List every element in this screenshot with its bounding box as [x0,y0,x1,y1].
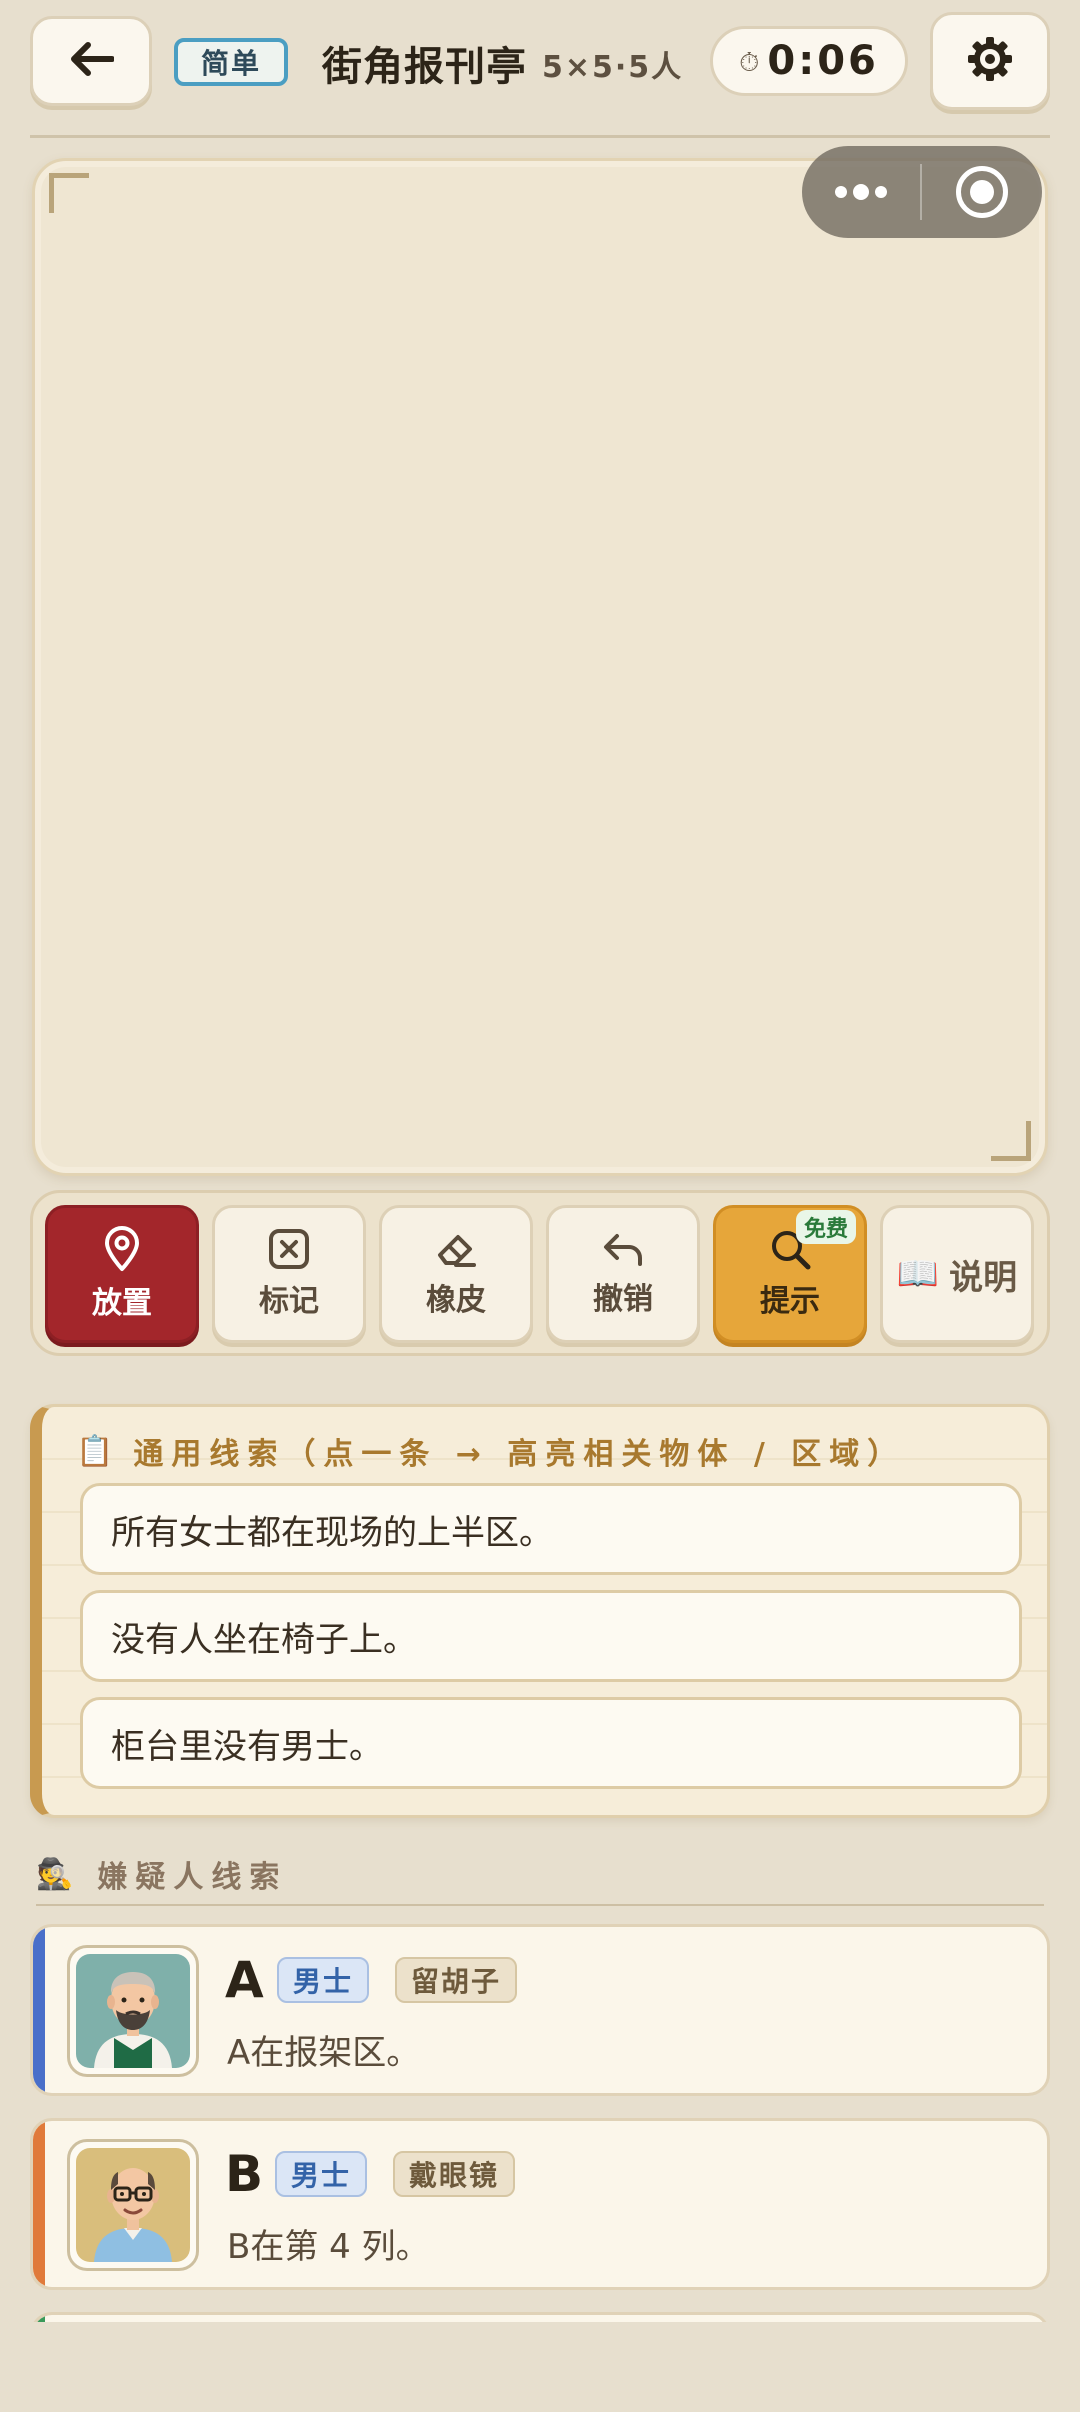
more-dots-icon [875,186,887,198]
suspect-clue-text: B在第 4 列。 [227,2227,430,2267]
general-clue-item[interactable]: 没有人坐在椅子上。 [80,1590,1022,1682]
eraser-tool-button[interactable]: 橡皮 [379,1205,533,1343]
detective-icon: 🕵 [36,1856,82,1892]
place-tool-button[interactable]: 放置 [45,1205,199,1343]
more-dots-icon [853,184,869,200]
free-badge: 免费 [795,1210,856,1244]
open-book-icon: 📖 [896,1254,940,1294]
suspect-clues-title: 嫌疑人线索 [97,1860,288,1895]
board-corner-bottom-right [991,1121,1031,1161]
arrow-left-icon [68,39,115,83]
suspect-card-a[interactable]: A 男士 留胡子 A在报架区。 [30,1924,1050,2096]
general-clues-panel: 📋 通用线索（点一条 → 高亮相关物体 / 区域） 所有女士都在现场的上半区。 … [30,1404,1050,1818]
close-miniprogram-button[interactable] [922,166,1042,218]
general-clues-heading: 📋 通用线索（点一条 → 高亮相关物体 / 区域） [76,1429,905,1473]
mark-tool-button[interactable]: 标记 [212,1205,366,1343]
timer: ⏱ 0:06 [710,26,908,96]
more-dots-icon [835,186,847,198]
timer-value: 0:06 [767,38,879,84]
suspect-section-divider [36,1904,1044,1906]
hint-tool-label: 提示 [760,1284,820,1319]
trait-tag: 留胡子 [395,1957,518,2003]
undo-arrow-icon [601,1230,645,1268]
back-button[interactable] [30,16,152,106]
target-circle-icon [956,166,1008,218]
general-clue-item[interactable]: 柜台里没有男士。 [80,1697,1022,1789]
miniprogram-capsule [802,146,1042,238]
tool-bar: 放置 标记 橡皮 撤销 免费 提示 📖 说明 [30,1190,1050,1356]
mark-tool-label: 标记 [259,1284,319,1319]
trait-tag: 戴眼镜 [393,2151,516,2197]
clipboard-icon: 📋 [76,1433,122,1469]
gender-tag: 男士 [275,2151,368,2197]
top-bar: 简单 街角报刊亭 5×5·5人 ⏱ 0:06 [0,0,1080,140]
general-clues-title: 通用线索（点一条 → 高亮相关物体 / 区域） [133,1437,906,1472]
undo-tool-button[interactable]: 撤销 [546,1205,700,1343]
gender-tag: 男士 [277,1957,370,2003]
difficulty-badge: 简单 [174,38,288,86]
eraser-tool-label: 橡皮 [426,1283,486,1318]
board-corner-top-left [49,173,89,213]
suspect-clues-heading: 🕵 嫌疑人线索 [36,1852,287,1896]
avatar [67,1945,199,2077]
suspect-letter: B [225,2145,264,2203]
explain-button[interactable]: 📖 说明 [880,1205,1034,1343]
header-divider [30,135,1050,138]
suspect-card-b[interactable]: B 男士 戴眼镜 B在第 4 列。 [30,2118,1050,2290]
more-options-button[interactable] [802,146,920,238]
page-bottom-area [0,2322,1080,2412]
bearded-man-avatar-icon [76,1954,190,2068]
map-pin-icon [102,1226,142,1272]
settings-button[interactable] [930,12,1050,110]
undo-tool-label: 撤销 [593,1282,653,1317]
avatar [67,2139,199,2271]
suspect-clue-text: A在报架区。 [227,2033,421,2073]
page-title: 街角报刊亭 [322,44,527,90]
general-clue-item[interactable]: 所有女士都在现场的上半区。 [80,1483,1022,1575]
suspect-accent-stripe [33,1927,45,2093]
suspect-accent-stripe [33,2121,45,2287]
explain-label: 说明 [949,1257,1018,1298]
hint-tool-button[interactable]: 免费 提示 [713,1205,867,1343]
glasses-man-avatar-icon [76,2148,190,2262]
puzzle-size-label: 5×5·5人 [542,50,684,85]
eraser-icon [434,1229,478,1269]
puzzle-board[interactable] [32,158,1048,1176]
x-box-icon [268,1228,310,1270]
stopwatch-icon: ⏱ [739,47,760,78]
gear-icon [967,36,1013,86]
place-tool-label: 放置 [92,1286,152,1321]
suspect-letter: A [225,1951,264,2009]
